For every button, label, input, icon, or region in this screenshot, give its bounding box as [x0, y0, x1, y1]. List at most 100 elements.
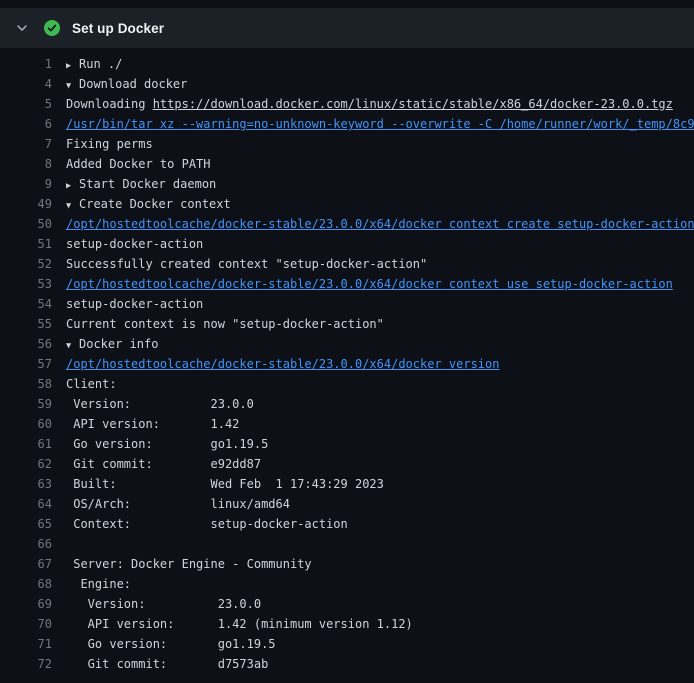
line-number[interactable]: 56	[0, 334, 52, 354]
log-line: 50/opt/hostedtoolcache/docker-stable/23.…	[0, 214, 694, 234]
command-text: /usr/bin/tar xz --warning=no-unknown-key…	[66, 117, 694, 131]
log-line: 5 Downloading https://download.docker.com…	[0, 94, 694, 114]
line-content: Go version: go1.19.5	[66, 634, 276, 654]
line-content: ▼Docker info	[66, 334, 158, 354]
line-content: API version: 1.42	[66, 414, 239, 434]
log-text: Fixing perms	[66, 137, 153, 151]
log-line: 66	[0, 534, 694, 554]
log-line: 51setup-docker-action	[0, 234, 694, 254]
line-number[interactable]: 64	[0, 494, 52, 514]
log-line[interactable]: 4 ▼Download docker	[0, 74, 694, 94]
chevron-down-icon[interactable]: ▼	[66, 76, 79, 94]
line-number[interactable]: 68	[0, 574, 52, 594]
step-header[interactable]: Set up Docker	[0, 8, 694, 48]
line-number[interactable]: 60	[0, 414, 52, 434]
log-line[interactable]: 9▶Start Docker daemon	[0, 174, 694, 194]
log-line: 67 Server: Docker Engine - Community	[0, 554, 694, 574]
line-content: Version: 23.0.0	[66, 594, 261, 614]
line-number[interactable]: 58	[0, 374, 52, 394]
log-text: Client:	[66, 377, 117, 391]
chevron-right-icon[interactable]: ▶	[66, 176, 79, 194]
log-line: 6/usr/bin/tar xz --warning=no-unknown-ke…	[0, 114, 694, 134]
log-line: 70 API version: 1.42 (minimum version 1.…	[0, 614, 694, 634]
log-url-link[interactable]: https://download.docker.com/linux/static…	[153, 97, 673, 111]
line-number[interactable]: 69	[0, 594, 52, 614]
log: 1▶Run ./4▼Download docker5Downloading ht…	[0, 48, 694, 674]
line-content: Added Docker to PATH	[66, 154, 211, 174]
line-number[interactable]: 59	[0, 394, 52, 414]
line-content: Version: 23.0.0	[66, 394, 254, 414]
log-text: Engine:	[66, 577, 131, 591]
line-content: Git commit: e92dd87	[66, 454, 261, 474]
chevron-right-icon[interactable]: ▶	[66, 56, 79, 74]
line-number[interactable]: 63	[0, 474, 52, 494]
line-content: /usr/bin/tar xz --warning=no-unknown-key…	[66, 114, 694, 134]
line-content: Current context is now "setup-docker-act…	[66, 314, 384, 334]
line-content: Built: Wed Feb 1 17:43:29 2023	[66, 474, 384, 494]
log-text: Version: 23.0.0	[66, 597, 261, 611]
line-content: Client:	[66, 374, 117, 394]
line-number[interactable]: 71	[0, 634, 52, 654]
log-line: 71 Go version: go1.19.5	[0, 634, 694, 654]
line-content: API version: 1.42 (minimum version 1.12)	[66, 614, 413, 634]
log-text: setup-docker-action	[66, 297, 203, 311]
log-text: API version: 1.42	[66, 417, 239, 431]
line-content: Git commit: d7573ab	[66, 654, 268, 674]
log-text: Built: Wed Feb 1 17:43:29 2023	[66, 477, 384, 491]
log-line[interactable]: 49 ▼Create Docker context	[0, 194, 694, 214]
log-line: 7 Fixing perms	[0, 134, 694, 154]
command-text: /opt/hostedtoolcache/docker-stable/23.0.…	[66, 217, 694, 231]
line-number[interactable]: 8	[0, 154, 52, 174]
log-line: 72 Git commit: d7573ab	[0, 654, 694, 674]
line-content: Successfully created context "setup-dock…	[66, 254, 427, 274]
log-text: Downloading	[66, 97, 153, 111]
line-number[interactable]: 54	[0, 294, 52, 314]
line-number[interactable]: 72	[0, 654, 52, 674]
log-line[interactable]: 56 ▼Docker info	[0, 334, 694, 354]
log-line: 64 OS/Arch: linux/amd64	[0, 494, 694, 514]
line-number[interactable]: 66	[0, 534, 52, 554]
chevron-down-icon[interactable]: ▼	[66, 336, 79, 354]
check-circle-icon	[44, 20, 60, 36]
line-number[interactable]: 5	[0, 94, 52, 114]
line-number[interactable]: 61	[0, 434, 52, 454]
line-number[interactable]: 9	[0, 174, 52, 194]
log-line: 58 Client:	[0, 374, 694, 394]
chevron-down-icon[interactable]: ▼	[66, 196, 79, 214]
line-number[interactable]: 57	[0, 354, 52, 374]
line-content: ▼Download docker	[66, 74, 187, 94]
top-spacer	[0, 0, 694, 8]
line-content: ▼Create Docker context	[66, 194, 231, 214]
step-title: Set up Docker	[72, 21, 164, 36]
line-content: /opt/hostedtoolcache/docker-stable/23.0.…	[66, 214, 694, 234]
line-content: Server: Docker Engine - Community	[66, 554, 312, 574]
line-number[interactable]: 70	[0, 614, 52, 634]
line-number[interactable]: 6	[0, 114, 52, 134]
line-number[interactable]: 51	[0, 234, 52, 254]
line-content: Engine:	[66, 574, 131, 594]
log-line: 63 Built: Wed Feb 1 17:43:29 2023	[0, 474, 694, 494]
line-number[interactable]: 4	[0, 74, 52, 94]
line-number[interactable]: 55	[0, 314, 52, 334]
log-text: Successfully created context "setup-dock…	[66, 257, 427, 271]
group-title: Run ./	[79, 57, 122, 71]
line-number[interactable]: 52	[0, 254, 52, 274]
line-number[interactable]: 50	[0, 214, 52, 234]
line-number[interactable]: 1	[0, 54, 52, 74]
line-number[interactable]: 62	[0, 454, 52, 474]
log-line: 54 setup-docker-action	[0, 294, 694, 314]
line-content: /opt/hostedtoolcache/docker-stable/23.0.…	[66, 274, 673, 294]
line-number[interactable]: 67	[0, 554, 52, 574]
log-text: Go version: go1.19.5	[66, 437, 268, 451]
log-line: 59 Version: 23.0.0	[0, 394, 694, 414]
log-line: 69 Version: 23.0.0	[0, 594, 694, 614]
chevron-down-icon[interactable]	[14, 20, 30, 36]
line-content: Go version: go1.19.5	[66, 434, 268, 454]
line-content: Fixing perms	[66, 134, 153, 154]
log-line[interactable]: 1 ▶Run ./	[0, 54, 694, 74]
line-number[interactable]: 7	[0, 134, 52, 154]
line-number[interactable]: 53	[0, 274, 52, 294]
log-text: Version: 23.0.0	[66, 397, 254, 411]
line-number[interactable]: 65	[0, 514, 52, 534]
line-number[interactable]: 49	[0, 194, 52, 214]
